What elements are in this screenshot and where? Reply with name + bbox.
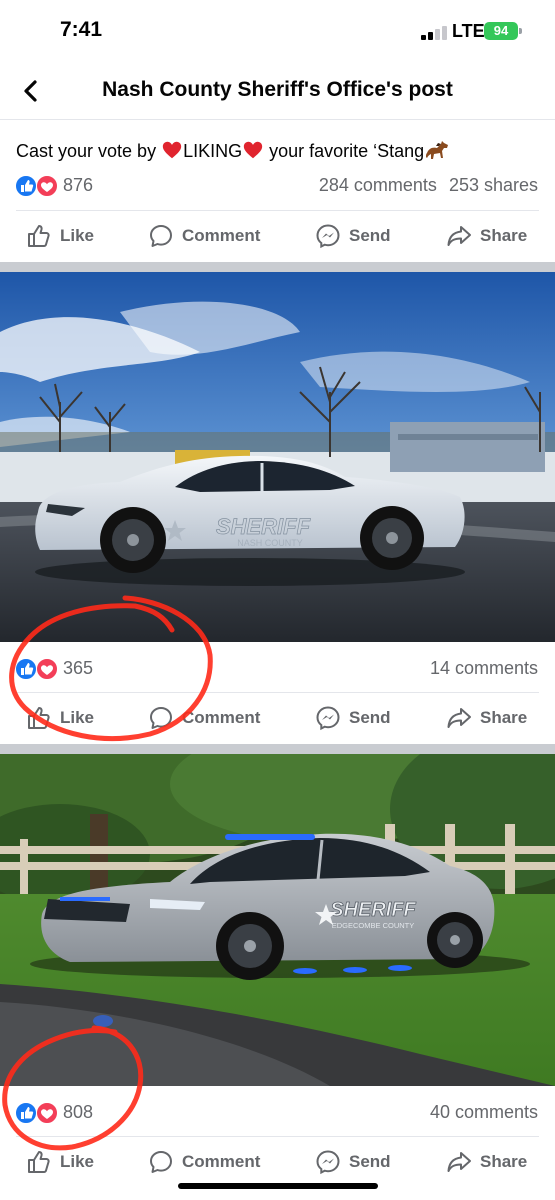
red-heart-icon xyxy=(243,141,263,159)
battery-tip xyxy=(519,28,522,34)
like-label: Like xyxy=(60,1152,95,1171)
post-text: Cast your vote by LIKING your favorite ‘… xyxy=(16,139,450,162)
send-label: Send xyxy=(349,226,391,245)
reaction-count: 365 xyxy=(63,658,94,678)
share-arrow-icon xyxy=(447,708,471,728)
battery-level: 94 xyxy=(493,23,509,38)
send-button[interactable]: Send xyxy=(315,1148,391,1176)
divider xyxy=(16,210,539,211)
like-label: Like xyxy=(60,226,95,245)
page-title: Nash County Sheriff's Office's post xyxy=(0,78,555,102)
status-bar: 7:41 LTE 94 xyxy=(0,0,555,60)
home-indicator xyxy=(178,1183,378,1189)
sheriff-decal: SHERIFF xyxy=(216,514,311,539)
comments-count[interactable]: 40 comments xyxy=(430,1102,538,1122)
like-button[interactable]: Like xyxy=(26,222,94,250)
comment-label: Comment xyxy=(182,226,261,245)
sheriff-decal: SHERIFF xyxy=(330,899,416,921)
photo2-actions: Like Comment Send Share xyxy=(0,1138,555,1186)
share-label: Share xyxy=(480,226,528,245)
comment-button[interactable]: Comment xyxy=(148,704,260,732)
send-label: Send xyxy=(349,1152,391,1171)
thumbs-up-icon xyxy=(28,1151,50,1173)
comment-label: Comment xyxy=(182,708,261,727)
reaction-icons xyxy=(15,1102,58,1124)
county-decal: EDGECOMBE COUNTY xyxy=(332,921,415,930)
share-button[interactable]: Share xyxy=(446,1148,527,1176)
reaction-count: 876 xyxy=(63,175,94,195)
share-arrow-icon xyxy=(447,226,471,246)
engagement-stats[interactable]: 14 comments xyxy=(430,658,538,679)
share-label: Share xyxy=(480,708,528,727)
photo2-reactions[interactable]: 808 40 comments xyxy=(0,1098,555,1128)
reaction-icons xyxy=(15,658,58,680)
page-title-text: Nash County Sheriff's Office's post xyxy=(102,78,453,101)
share-label: Share xyxy=(480,1152,528,1171)
reaction-icons xyxy=(15,175,58,197)
reaction-count: 808 xyxy=(63,1102,94,1122)
messenger-icon xyxy=(316,224,340,249)
comment-bubble-icon xyxy=(150,707,172,729)
divider xyxy=(16,1136,539,1137)
post-reactions[interactable]: 876 284 comments 253 shares xyxy=(0,171,555,201)
network-type: LTE xyxy=(452,21,485,41)
share-button[interactable]: Share xyxy=(446,222,527,250)
post-text-start: Cast your vote by xyxy=(16,141,162,161)
photo-edgecombe-county-mustang[interactable]: SHERIFF EDGECOMBE COUNTY xyxy=(0,754,555,1086)
battery-icon: 94 xyxy=(484,22,518,40)
like-label: Like xyxy=(60,708,95,727)
engagement-stats[interactable]: 40 comments xyxy=(430,1102,538,1123)
thumbs-up-icon xyxy=(28,707,50,729)
shares-count[interactable]: 253 shares xyxy=(449,175,538,195)
post-actions: Like Comment Send Share xyxy=(0,212,555,260)
comments-count[interactable]: 284 comments xyxy=(319,175,437,195)
like-button[interactable]: Like xyxy=(26,704,94,732)
post-text-end: your favorite ‘Stang xyxy=(264,141,425,161)
comment-label: Comment xyxy=(182,1152,261,1171)
send-button[interactable]: Send xyxy=(315,704,391,732)
send-label: Send xyxy=(349,708,391,727)
signal-strength-icon xyxy=(421,26,449,40)
county-decal: NASH COUNTY xyxy=(237,538,303,548)
section-separator xyxy=(0,262,555,272)
like-button[interactable]: Like xyxy=(26,1148,94,1176)
messenger-icon xyxy=(316,706,340,731)
comment-bubble-icon xyxy=(150,225,172,247)
comment-button[interactable]: Comment xyxy=(148,1148,260,1176)
thumbs-up-icon xyxy=(28,225,50,247)
send-button[interactable]: Send xyxy=(315,222,391,250)
horse-icon xyxy=(426,141,449,159)
status-time: 7:41 xyxy=(60,18,103,41)
photo-nash-county-mustang[interactable]: SHERIFF NASH COUNTY xyxy=(0,272,555,642)
messenger-icon xyxy=(316,1150,340,1175)
engagement-stats[interactable]: 284 comments 253 shares xyxy=(319,175,538,196)
red-heart-icon xyxy=(162,141,182,159)
share-arrow-icon xyxy=(447,1152,471,1172)
post-header: Nash County Sheriff's Office's post xyxy=(0,60,555,120)
comment-bubble-icon xyxy=(150,1151,172,1173)
photo1-reactions[interactable]: 365 14 comments xyxy=(0,654,555,684)
photo-image: SHERIFF NASH COUNTY xyxy=(0,272,555,642)
section-separator xyxy=(0,744,555,754)
comment-button[interactable]: Comment xyxy=(148,222,260,250)
photo-image: SHERIFF EDGECOMBE COUNTY xyxy=(0,754,555,1086)
divider xyxy=(16,692,539,693)
post-text-liking: LIKING xyxy=(183,141,243,161)
comments-count[interactable]: 14 comments xyxy=(430,658,538,678)
photo1-actions: Like Comment Send Share xyxy=(0,694,555,742)
share-button[interactable]: Share xyxy=(446,704,527,732)
